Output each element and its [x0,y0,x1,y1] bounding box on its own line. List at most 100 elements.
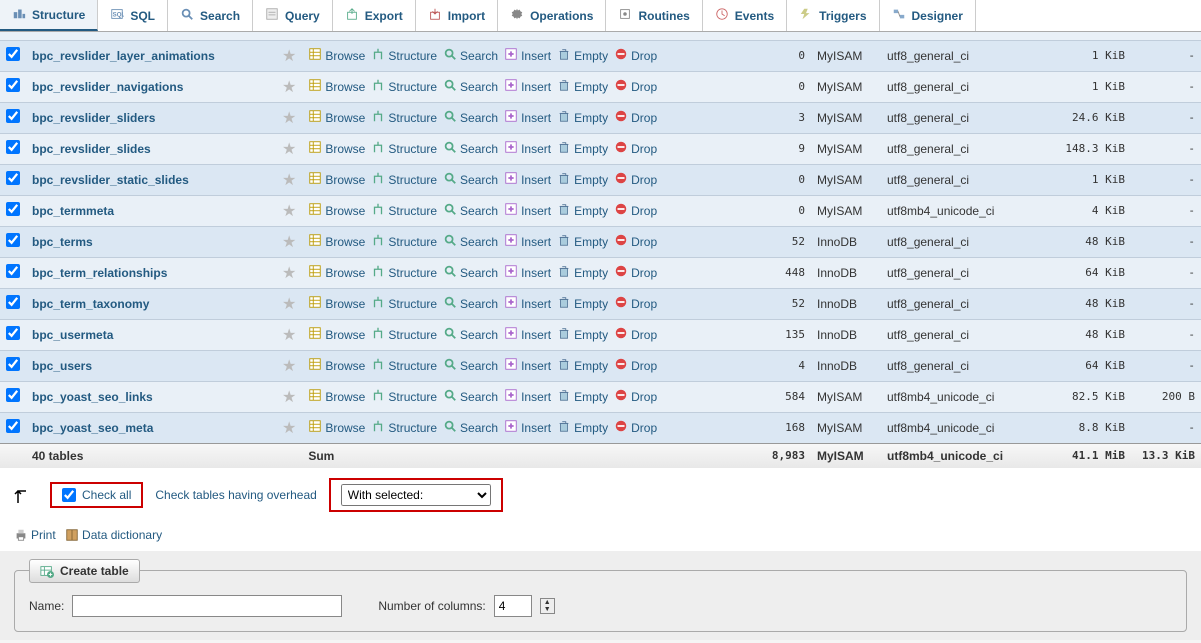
row-checkbox[interactable] [6,140,20,154]
tab-triggers[interactable]: Triggers [787,0,879,31]
empty-link[interactable]: Empty [557,47,608,64]
browse-link[interactable]: Browse [308,419,365,436]
browse-link[interactable]: Browse [308,388,365,405]
search-link[interactable]: Search [443,140,498,157]
browse-link[interactable]: Browse [308,78,365,95]
row-checkbox[interactable] [6,357,20,371]
empty-link[interactable]: Empty [557,109,608,126]
browse-link[interactable]: Browse [308,47,365,64]
search-link[interactable]: Search [443,295,498,312]
structure-link[interactable]: Structure [371,295,437,312]
insert-link[interactable]: Insert [504,47,551,64]
row-checkbox[interactable] [6,233,20,247]
insert-link[interactable]: Insert [504,140,551,157]
favorite-star-icon[interactable]: ★ [282,358,296,375]
drop-link[interactable]: Drop [614,78,657,95]
empty-link[interactable]: Empty [557,357,608,374]
row-checkbox[interactable] [6,264,20,278]
with-selected-dropdown[interactable]: With selected: [341,484,491,506]
stepper-down-icon[interactable]: ▼ [541,606,554,613]
favorite-star-icon[interactable]: ★ [282,389,296,406]
favorite-star-icon[interactable]: ★ [282,48,296,65]
browse-link[interactable]: Browse [308,326,365,343]
drop-link[interactable]: Drop [614,295,657,312]
search-link[interactable]: Search [443,202,498,219]
check-all-link[interactable]: Check all [82,488,131,502]
empty-link[interactable]: Empty [557,202,608,219]
row-checkbox[interactable] [6,419,20,433]
table-name-link[interactable]: bpc_yoast_seo_links [32,390,153,404]
search-link[interactable]: Search [443,233,498,250]
structure-link[interactable]: Structure [371,109,437,126]
stepper-up-icon[interactable]: ▲ [541,599,554,606]
tab-import[interactable]: Import [416,0,498,31]
drop-link[interactable]: Drop [614,47,657,64]
browse-link[interactable]: Browse [308,171,365,188]
table-name-link[interactable]: bpc_terms [32,235,93,249]
insert-link[interactable]: Insert [504,264,551,281]
favorite-star-icon[interactable]: ★ [282,79,296,96]
browse-link[interactable]: Browse [308,264,365,281]
drop-link[interactable]: Drop [614,202,657,219]
structure-link[interactable]: Structure [371,233,437,250]
table-name-link[interactable]: bpc_revslider_layer_animations [32,49,215,63]
row-checkbox[interactable] [6,295,20,309]
empty-link[interactable]: Empty [557,140,608,157]
favorite-star-icon[interactable]: ★ [282,420,296,437]
table-name-link[interactable]: bpc_yoast_seo_meta [32,421,153,435]
favorite-star-icon[interactable]: ★ [282,234,296,251]
row-checkbox[interactable] [6,78,20,92]
search-link[interactable]: Search [443,419,498,436]
structure-link[interactable]: Structure [371,47,437,64]
drop-link[interactable]: Drop [614,326,657,343]
table-name-link[interactable]: bpc_term_relationships [32,266,167,280]
favorite-star-icon[interactable]: ★ [282,296,296,313]
table-name-link[interactable]: bpc_revslider_static_slides [32,173,189,187]
structure-link[interactable]: Structure [371,140,437,157]
empty-link[interactable]: Empty [557,326,608,343]
search-link[interactable]: Search [443,264,498,281]
structure-link[interactable]: Structure [371,264,437,281]
empty-link[interactable]: Empty [557,171,608,188]
insert-link[interactable]: Insert [504,326,551,343]
check-overhead-link[interactable]: Check tables having overhead [155,488,316,502]
empty-link[interactable]: Empty [557,233,608,250]
structure-link[interactable]: Structure [371,388,437,405]
insert-link[interactable]: Insert [504,419,551,436]
table-name-link[interactable]: bpc_revslider_sliders [32,111,155,125]
tab-routines[interactable]: Routines [606,0,702,31]
favorite-star-icon[interactable]: ★ [282,203,296,220]
row-checkbox[interactable] [6,202,20,216]
search-link[interactable]: Search [443,171,498,188]
tab-search[interactable]: Search [168,0,253,31]
structure-link[interactable]: Structure [371,78,437,95]
print-link[interactable]: Print [14,528,56,542]
favorite-star-icon[interactable]: ★ [282,265,296,282]
insert-link[interactable]: Insert [504,233,551,250]
favorite-star-icon[interactable]: ★ [282,141,296,158]
columns-count-input[interactable] [494,595,532,617]
structure-link[interactable]: Structure [371,326,437,343]
insert-link[interactable]: Insert [504,109,551,126]
favorite-star-icon[interactable]: ★ [282,327,296,344]
table-name-link[interactable]: bpc_termmeta [32,204,114,218]
insert-link[interactable]: Insert [504,78,551,95]
drop-link[interactable]: Drop [614,171,657,188]
insert-link[interactable]: Insert [504,388,551,405]
structure-link[interactable]: Structure [371,419,437,436]
table-name-input[interactable] [72,595,342,617]
table-name-link[interactable]: bpc_revslider_navigations [32,80,183,94]
row-checkbox[interactable] [6,326,20,340]
insert-link[interactable]: Insert [504,202,551,219]
browse-link[interactable]: Browse [308,357,365,374]
columns-stepper[interactable]: ▲▼ [540,598,555,614]
tab-query[interactable]: Query [253,0,333,31]
table-name-link[interactable]: bpc_users [32,359,92,373]
favorite-star-icon[interactable]: ★ [282,110,296,127]
tab-operations[interactable]: Operations [498,0,606,31]
data-dictionary-link[interactable]: Data dictionary [65,528,162,542]
drop-link[interactable]: Drop [614,357,657,374]
browse-link[interactable]: Browse [308,233,365,250]
table-name-link[interactable]: bpc_revslider_slides [32,142,151,156]
structure-link[interactable]: Structure [371,202,437,219]
